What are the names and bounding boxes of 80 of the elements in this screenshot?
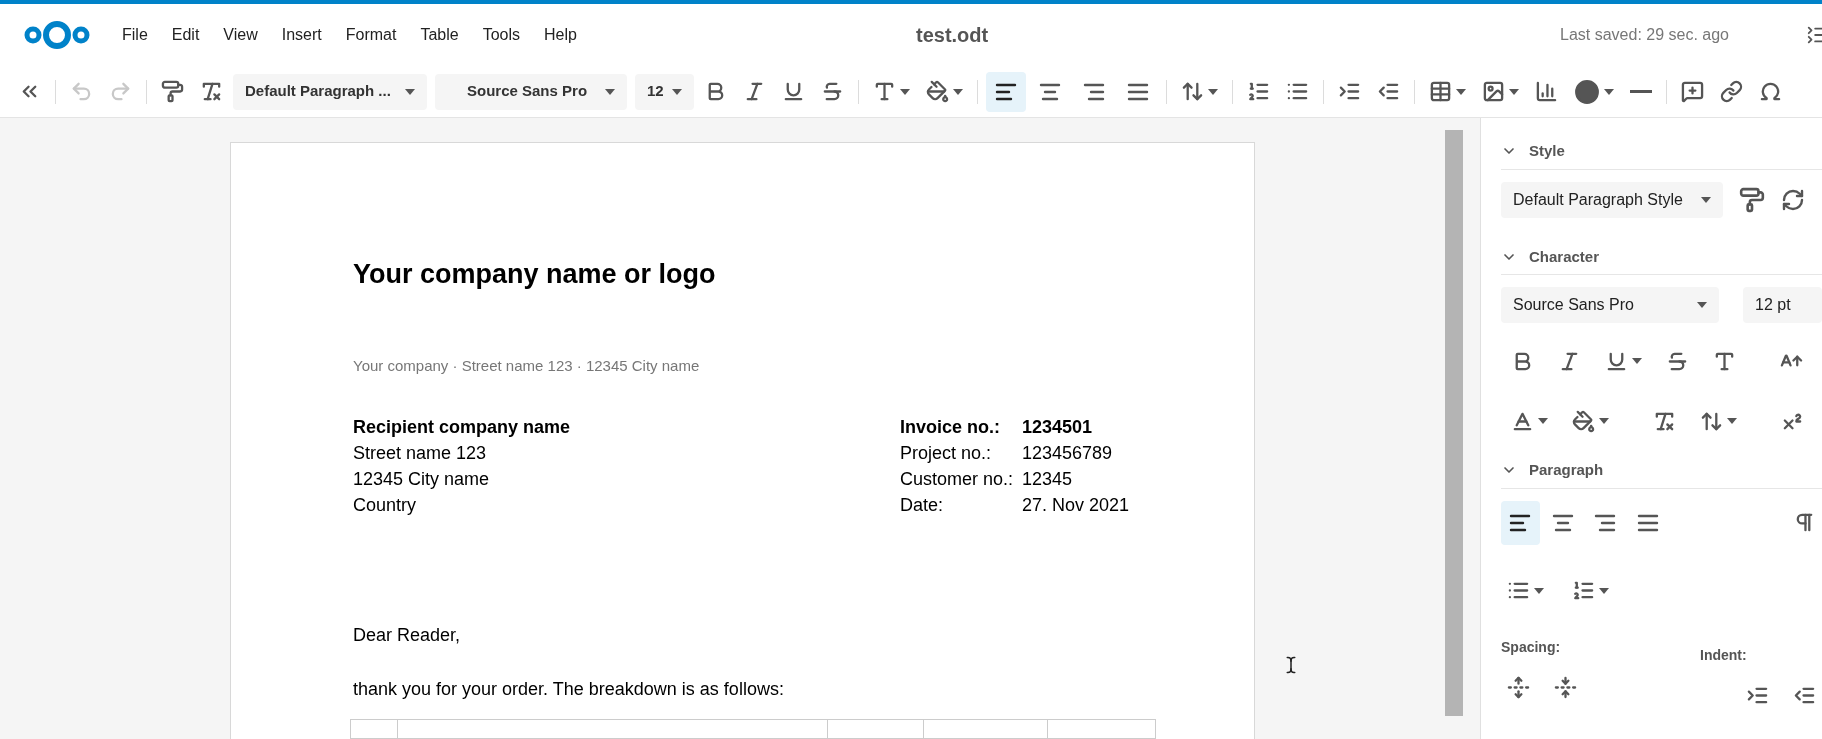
clear-formatting-icon <box>200 80 223 103</box>
section-toggle[interactable]: Paragraph <box>1501 459 1604 482</box>
invoice-field-label: Invoice no.: <box>900 415 1001 439</box>
table-icon <box>1428 80 1452 103</box>
bar-chart-icon <box>1534 80 1558 103</box>
document-heading: Your company name or logo <box>353 258 717 290</box>
redo-icon <box>109 80 132 103</box>
invoice-field-label: Customer no.: <box>900 467 1015 491</box>
invoice-field-label: Date: <box>900 493 945 517</box>
menu-item[interactable]: View <box>223 23 258 47</box>
intro-paragraph: thank you for your order. The breakdown is as follows: <box>353 677 785 701</box>
invoice-field-value: 27. Nov 2021 <box>1022 493 1130 517</box>
recipient-line: Street name 123 <box>353 441 488 465</box>
caret-icon <box>1599 418 1609 424</box>
greeting: Dear Reader, <box>353 623 462 647</box>
recipient-line: Country <box>353 493 418 517</box>
paragraph-style-dropdown[interactable]: Default Paragraph ... <box>233 73 427 110</box>
recipient-line: 12345 City name <box>353 467 491 491</box>
caret-icon <box>1701 196 1711 203</box>
invoice-field-value: 1234501 <box>1022 415 1094 439</box>
paint-roller-icon[interactable] <box>1739 186 1765 213</box>
recipient-line: Recipient company name <box>353 415 572 439</box>
sidebar-toggle-icon[interactable] <box>1806 24 1822 46</box>
caret-icon <box>1508 88 1519 95</box>
sender-line: Your company · Street name 123 · 12345 City name <box>353 356 701 376</box>
numbered-list-icon <box>1246 80 1270 103</box>
caret-icon <box>1534 587 1544 594</box>
section-toggle[interactable]: Character <box>1501 245 1600 268</box>
numbered-list-icon <box>1572 579 1595 602</box>
caret-icon <box>605 88 615 95</box>
caret-icon <box>405 88 415 95</box>
up-down-arrows-icon <box>1180 80 1204 103</box>
caret-icon <box>671 88 682 95</box>
image-icon <box>1481 80 1505 103</box>
caret-icon <box>1632 358 1642 364</box>
circle-icon <box>1573 78 1600 105</box>
menu-item[interactable]: Edit <box>171 23 200 47</box>
document-title: test.odt <box>916 23 989 48</box>
caret-icon <box>1599 587 1609 594</box>
caret-icon <box>1455 88 1466 95</box>
paint-bucket-icon <box>1572 409 1595 433</box>
link-icon <box>1719 80 1743 103</box>
font-size-dropdown[interactable]: 12 <box>635 73 694 110</box>
invoice-field-value: 123456789 <box>1022 441 1114 465</box>
menu-item[interactable]: Tools <box>482 23 521 47</box>
comment-plus-icon <box>1680 80 1704 103</box>
scrollbar[interactable] <box>1445 130 1463 716</box>
caret-icon <box>1603 88 1614 95</box>
caret-icon <box>1697 302 1708 308</box>
invoice-field-label: Project no.: <box>900 441 993 465</box>
caret-icon <box>1538 418 1548 424</box>
last-saved-status: Last saved: 29 sec. ago <box>1560 25 1729 45</box>
align-left-button[interactable] <box>1501 500 1540 545</box>
menu-item[interactable]: File <box>122 23 148 47</box>
horizontal-line-icon <box>1629 90 1652 93</box>
paint-roller-icon <box>161 80 184 103</box>
paint-bucket-icon <box>925 80 949 103</box>
caret-icon <box>1207 88 1218 95</box>
undo-icon <box>70 80 93 103</box>
caret-icon <box>1727 418 1737 424</box>
font-dropdown[interactable]: Source Sans Pro <box>435 73 627 110</box>
menu-item[interactable]: Table <box>420 23 459 47</box>
caret-icon <box>952 88 963 95</box>
menu-item[interactable]: Format <box>345 23 397 47</box>
section-toggle[interactable]: Style <box>1501 140 1565 163</box>
font-size-field[interactable]: 12 pt <box>1743 287 1822 323</box>
font-dropdown[interactable]: Source Sans Pro <box>1501 287 1720 323</box>
menu-item[interactable]: Insert <box>281 23 322 47</box>
style-dropdown[interactable]: Default Paragraph Style <box>1501 181 1723 218</box>
spacing-label: Spacing: <box>1501 637 1562 657</box>
align-left-button[interactable] <box>985 71 1026 112</box>
caret-icon <box>899 88 910 95</box>
logo-icon[interactable] <box>24 19 90 51</box>
refresh-icon[interactable] <box>1781 187 1805 212</box>
omega-icon <box>1758 80 1782 103</box>
collapse-vertical-icon <box>1554 676 1577 699</box>
menu-item[interactable]: Help <box>544 23 577 47</box>
invoice-field-value: 12345 <box>1022 467 1074 491</box>
indent-label: Indent: <box>1700 645 1748 665</box>
expand-vertical-icon <box>1507 676 1530 699</box>
